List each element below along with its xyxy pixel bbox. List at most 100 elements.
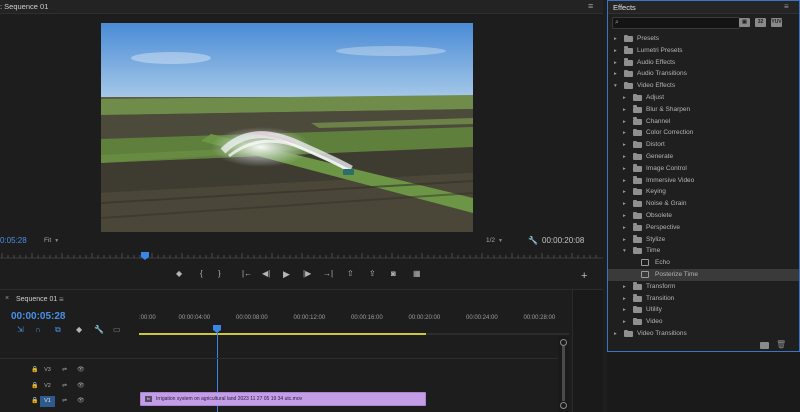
lift-icon[interactable]: ⇧ xyxy=(347,269,354,278)
effects-folder[interactable]: ▾ Time xyxy=(608,245,799,257)
effects-folder[interactable]: ▸ Channel xyxy=(608,116,799,128)
effects-folder[interactable]: ▸ Lumetri Presets xyxy=(608,45,799,57)
timeline-timecode[interactable]: 00:00:05:28 xyxy=(11,311,65,322)
effects-folder[interactable]: ▸ Immersive Video xyxy=(608,175,799,187)
effects-folder[interactable]: ▸ Noise & Grain xyxy=(608,198,799,210)
chevron-right-icon[interactable]: ▸ xyxy=(623,163,626,175)
effects-folder[interactable]: ▸ Transform xyxy=(608,281,799,293)
chevron-right-icon[interactable]: ▸ xyxy=(623,151,626,163)
go-to-out-icon[interactable]: →| xyxy=(323,269,333,278)
effect-item[interactable]: Posterize Time xyxy=(608,269,799,281)
chevron-right-icon[interactable]: ▸ xyxy=(623,139,626,151)
scroll-handle-top[interactable] xyxy=(560,339,567,346)
effects-folder[interactable]: ▸ Transition xyxy=(608,293,799,305)
step-back-icon[interactable]: ◀| xyxy=(262,269,270,278)
mark-in-icon[interactable]: { xyxy=(200,269,203,278)
chevron-right-icon[interactable]: ▸ xyxy=(614,33,617,45)
lock-icon[interactable]: 🔒 xyxy=(31,382,38,389)
chevron-right-icon[interactable]: ▸ xyxy=(623,222,626,234)
sync-lock-icon[interactable]: ⇌ xyxy=(62,382,67,389)
chevron-right-icon[interactable]: ▸ xyxy=(623,304,626,316)
video-clip[interactable]: fx Irrigation system on agricultural lan… xyxy=(140,392,426,406)
button-editor-icon[interactable]: + xyxy=(581,270,587,282)
chevron-down-icon[interactable]: ▾ xyxy=(623,245,626,257)
track-target-label[interactable]: V2 xyxy=(40,381,55,392)
effects-folder[interactable]: ▸ Audio Effects xyxy=(608,57,799,69)
effects-folder[interactable]: ▸ Blur & Sharpen xyxy=(608,104,799,116)
chevron-right-icon[interactable]: ▸ xyxy=(614,68,617,80)
panel-menu-icon[interactable]: ≡ xyxy=(784,2,789,11)
chevron-right-icon[interactable]: ▸ xyxy=(623,92,626,104)
playhead-marker[interactable] xyxy=(141,252,149,260)
step-forward-icon[interactable]: |▶ xyxy=(303,269,311,278)
mark-out-icon[interactable]: } xyxy=(218,269,221,278)
eye-icon[interactable]: 👁 xyxy=(77,382,85,389)
scroll-handle-bottom[interactable] xyxy=(560,402,567,409)
resolution-dropdown[interactable]: 1/2 ▼ xyxy=(486,237,503,244)
effects-folder[interactable]: ▸ Utility xyxy=(608,304,799,316)
chevron-right-icon[interactable]: ▸ xyxy=(623,316,626,328)
effects-search-field[interactable]: ⌕ xyxy=(612,17,740,29)
monitor-time-ruler[interactable] xyxy=(0,250,603,262)
chevron-right-icon[interactable]: ▸ xyxy=(623,127,626,139)
lock-icon[interactable]: 🔒 xyxy=(31,397,38,404)
panel-menu-icon[interactable]: ≡ xyxy=(59,295,64,304)
effects-folder[interactable]: ▸ Video Transitions xyxy=(608,328,799,340)
effects-folder[interactable]: ▸ Image Control xyxy=(608,163,799,175)
program-monitor-title[interactable]: : Sequence 01 xyxy=(0,2,48,11)
close-icon[interactable]: × xyxy=(5,295,9,302)
chevron-right-icon[interactable]: ▸ xyxy=(614,45,617,57)
effects-folder[interactable]: ▸ Adjust xyxy=(608,92,799,104)
effects-folder[interactable]: ▸ Distort xyxy=(608,139,799,151)
sync-lock-icon[interactable]: ⇌ xyxy=(62,366,67,373)
accelerated-effects-icon[interactable]: ▣ xyxy=(739,18,750,27)
effects-folder[interactable]: ▸ Obsolete xyxy=(608,210,799,222)
chevron-right-icon[interactable]: ▸ xyxy=(623,175,626,187)
effects-folder[interactable]: ▸ Video xyxy=(608,316,799,328)
effect-item[interactable]: Echo xyxy=(608,257,799,269)
effects-panel-title[interactable]: Effects xyxy=(613,3,636,12)
effects-folder[interactable]: ▾ Video Effects xyxy=(608,80,799,92)
tab-sequence-01[interactable]: Sequence 01 xyxy=(16,296,57,303)
32bit-effects-icon[interactable]: 32 xyxy=(755,18,766,27)
panel-menu-icon[interactable]: ≡ xyxy=(588,1,593,11)
scroll-track[interactable] xyxy=(562,346,565,401)
go-to-in-icon[interactable]: |← xyxy=(242,269,252,278)
effects-folder[interactable]: ▸ Audio Transitions xyxy=(608,68,799,80)
yuv-effects-icon[interactable]: YUV xyxy=(771,18,782,27)
lock-icon[interactable]: 🔒 xyxy=(31,366,38,373)
chevron-right-icon[interactable]: ▸ xyxy=(623,198,626,210)
chevron-right-icon[interactable]: ▸ xyxy=(623,281,626,293)
export-frame-icon[interactable]: ◙ xyxy=(391,269,396,278)
eye-icon[interactable]: 👁 xyxy=(77,366,85,373)
chevron-right-icon[interactable]: ▸ xyxy=(623,210,626,222)
effects-folder[interactable]: ▸ Color Correction xyxy=(608,127,799,139)
track-target-label[interactable]: V3 xyxy=(40,365,55,376)
zoom-dropdown[interactable]: Fit ▼ xyxy=(44,237,59,244)
add-marker-icon[interactable]: ◆ xyxy=(76,325,82,334)
settings-icon[interactable]: 🔧 xyxy=(528,236,538,245)
new-custom-bin-icon[interactable] xyxy=(760,342,769,349)
current-timecode[interactable]: 0:05:28 xyxy=(0,236,27,245)
eye-icon[interactable]: 👁 xyxy=(77,397,85,404)
chevron-right-icon[interactable]: ▸ xyxy=(623,186,626,198)
sync-lock-icon[interactable]: ⇌ xyxy=(62,397,67,404)
insert-sequence-nested-icon[interactable]: ⇲ xyxy=(17,325,24,334)
comparison-view-icon[interactable]: ▦ xyxy=(413,269,421,278)
effects-folder[interactable]: ▸ Perspective xyxy=(608,222,799,234)
captions-icon[interactable]: ▭ xyxy=(113,325,121,334)
chevron-right-icon[interactable]: ▸ xyxy=(623,104,626,116)
play-icon[interactable]: ▶ xyxy=(283,269,290,280)
timeline-settings-icon[interactable]: 🔧 xyxy=(94,325,104,334)
extract-icon[interactable]: ⇪ xyxy=(369,269,376,278)
chevron-right-icon[interactable]: ▸ xyxy=(614,57,617,69)
add-marker-icon[interactable]: ◆ xyxy=(176,269,182,278)
effects-folder[interactable]: ▸ Keying xyxy=(608,186,799,198)
chevron-right-icon[interactable]: ▸ xyxy=(623,293,626,305)
effects-folder[interactable]: ▸ Presets xyxy=(608,33,799,45)
chevron-down-icon[interactable]: ▾ xyxy=(614,80,617,92)
linked-selection-icon[interactable]: ⧉ xyxy=(55,325,61,335)
timeline-ruler[interactable]: :00:00 00:00:04:00 00:00:08:00 00:00:12:00 0… xyxy=(139,315,569,337)
delete-icon[interactable]: 🗑 xyxy=(776,340,786,349)
chevron-right-icon[interactable]: ▸ xyxy=(623,116,626,128)
